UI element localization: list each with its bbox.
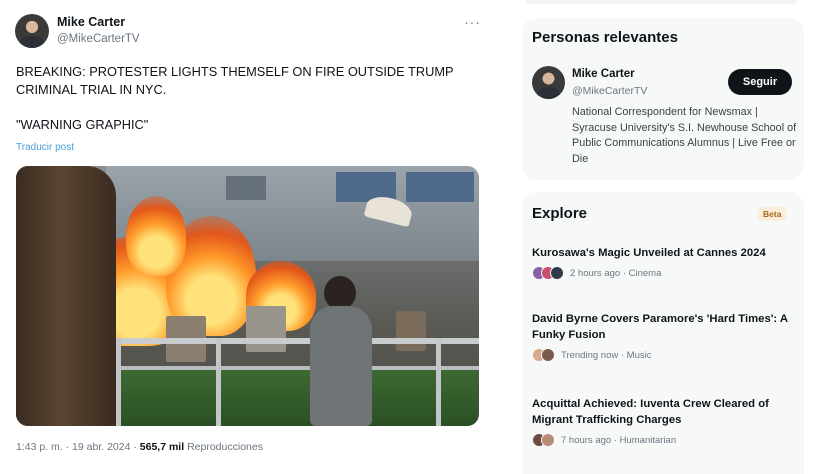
explore-item-meta-row: 7 hours ago · Humanitarian — [532, 433, 796, 447]
explore-item-meta-row: Trending now · Music — [532, 348, 796, 362]
avatar — [541, 433, 555, 447]
media-barricade — [78, 366, 479, 370]
media-person — [306, 276, 376, 426]
meta-separator: · — [65, 441, 70, 453]
avatar-stack — [532, 348, 555, 362]
media-window — [226, 176, 266, 200]
media-barricade-post — [436, 338, 441, 426]
tweet-time[interactable]: 1:43 p. m. — [16, 441, 63, 453]
media-barricade-post — [116, 338, 121, 426]
tweet-meta: 1:43 p. m. · 19 abr. 2024 · 565,7 mil Re… — [16, 441, 263, 453]
relevant-people-panel: Personas relevantes Mike Carter @MikeCar… — [522, 18, 804, 180]
media-chair — [396, 311, 426, 351]
explore-item-title[interactable]: Acquittal Achieved: Iuventa Crew Cleared… — [532, 396, 796, 428]
translate-post-link[interactable]: Traducir post — [16, 142, 74, 153]
tweet-date[interactable]: 19 abr. 2024 — [72, 441, 130, 453]
explore-title: Explore — [532, 205, 588, 222]
avatar-stack — [532, 266, 564, 280]
relevant-person-avatar[interactable] — [532, 66, 565, 99]
relevant-person-name[interactable]: Mike Carter — [572, 68, 635, 80]
relevant-person-handle[interactable]: @MikeCarterTV — [572, 85, 647, 97]
author-handle[interactable]: @MikeCarterTV — [57, 33, 140, 45]
beta-badge: Beta — [758, 207, 787, 221]
explore-item-meta-row: 2 hours ago · Cinema — [532, 266, 796, 280]
sidebar-top-edge — [525, 0, 797, 4]
explore-panel: Explore Beta Kurosawa's Magic Unveiled a… — [522, 192, 804, 474]
explore-item[interactable]: Kurosawa's Magic Unveiled at Cannes 2024… — [532, 245, 796, 280]
media-chair — [246, 306, 286, 352]
author-name[interactable]: Mike Carter — [57, 15, 125, 29]
tweet-text-warning: "WARNING GRAPHIC" — [16, 117, 149, 132]
avatar — [541, 348, 555, 362]
explore-item-meta: Trending now · Music — [561, 349, 652, 361]
explore-item[interactable]: Acquittal Achieved: Iuventa Crew Cleared… — [532, 396, 796, 447]
media-barricade-post — [216, 338, 221, 426]
explore-item-meta: 7 hours ago · Humanitarian — [561, 434, 677, 446]
explore-item-title[interactable]: David Byrne Covers Paramore's 'Hard Time… — [532, 311, 796, 343]
media-person-body — [310, 306, 372, 426]
media-shrubs — [78, 366, 478, 426]
tweet-media-image[interactable] — [16, 166, 479, 426]
tweet-text-headline: BREAKING: PROTESTER LIGHTS THEMSELF ON F… — [16, 64, 454, 97]
view-count: 565,7 mil — [139, 441, 185, 453]
avatar — [550, 266, 564, 280]
media-fire — [126, 196, 186, 276]
tweet: Mike Carter @MikeCarterTV ··· BREAKING: … — [0, 0, 500, 474]
relevant-people-title: Personas relevantes — [532, 29, 678, 46]
more-horizontal-icon[interactable]: ··· — [464, 14, 481, 30]
follow-button[interactable]: Seguir — [728, 69, 792, 95]
author-avatar[interactable] — [15, 14, 49, 48]
explore-item-title[interactable]: Kurosawa's Magic Unveiled at Cannes 2024 — [532, 245, 796, 261]
avatar-stack — [532, 433, 555, 447]
media-tree-trunk — [16, 166, 116, 426]
explore-item[interactable]: David Byrne Covers Paramore's 'Hard Time… — [532, 311, 796, 362]
media-person-head — [324, 276, 356, 310]
views-label: Reproducciones — [187, 441, 263, 453]
relevant-person-bio: National Correspondent for Newsmax | Syr… — [572, 106, 797, 165]
media-window — [406, 172, 474, 202]
meta-separator: · — [133, 441, 137, 453]
media-barricade — [78, 338, 479, 344]
tweet-text: BREAKING: PROTESTER LIGHTS THEMSELF ON F… — [16, 63, 486, 151]
explore-item-meta: 2 hours ago · Cinema — [570, 267, 662, 279]
